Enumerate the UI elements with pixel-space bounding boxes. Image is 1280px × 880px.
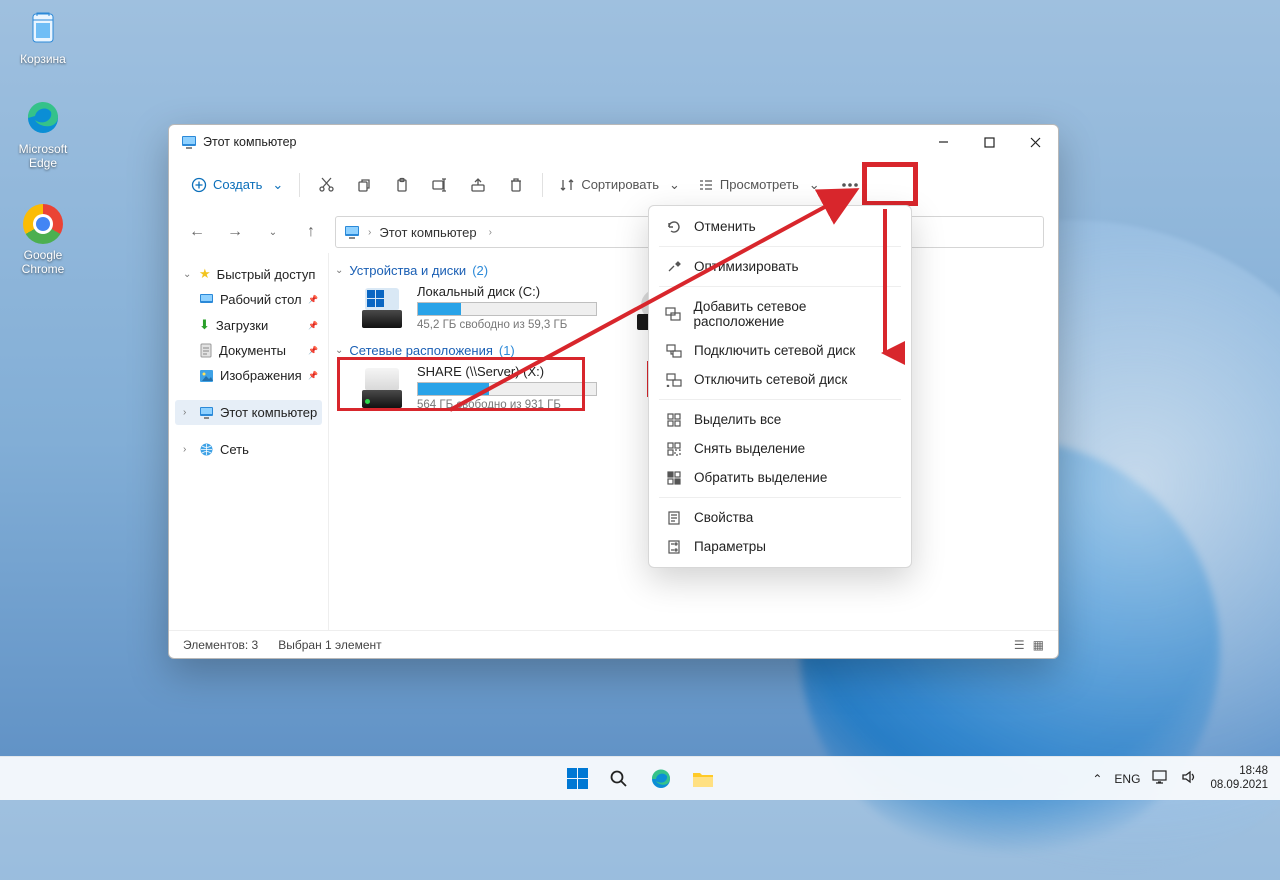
icon-label: Google Chrome: [22, 248, 65, 276]
breadcrumb[interactable]: Этот компьютер›: [379, 225, 492, 240]
minimize-button[interactable]: [920, 125, 966, 159]
drive-free: 45,2 ГБ свободно из 59,3 ГБ: [417, 319, 597, 331]
status-bar: Элементов: 3 Выбран 1 элемент ☰ ▦: [169, 630, 1058, 658]
sidebar-this-pc[interactable]: ›Этот компьютер: [175, 400, 322, 425]
taskbar-explorer[interactable]: [687, 763, 719, 795]
thispc-icon: [181, 134, 197, 150]
local-disk[interactable]: Локальный диск (C:) 45,2 ГБ свободно из …: [359, 284, 597, 331]
maximize-button[interactable]: [966, 125, 1012, 159]
explorer-window: Этот компьютер Создать ⌄ Сортировать⌄ Пр…: [168, 124, 1059, 659]
drive-name: Локальный диск (C:): [417, 284, 597, 299]
tray-overflow[interactable]: ⌃: [1092, 772, 1102, 786]
drive-name: SHARE (\\Server) (X:): [417, 364, 597, 379]
taskbar-edge[interactable]: [645, 763, 677, 795]
menu-properties[interactable]: Свойства: [649, 503, 911, 532]
delete-button[interactable]: [498, 167, 534, 203]
thispc-icon: [344, 224, 360, 240]
copy-button[interactable]: [346, 167, 382, 203]
icon-label: Корзина: [20, 52, 66, 66]
sidebar-network[interactable]: ›Сеть: [175, 437, 322, 462]
rename-button[interactable]: [422, 167, 458, 203]
new-button[interactable]: Создать ⌄: [183, 167, 291, 203]
icon-label: Microsoft Edge: [19, 142, 68, 170]
view-label: Просмотреть: [720, 177, 799, 192]
search-button[interactable]: [603, 763, 635, 795]
annotation-highlight-more: [862, 162, 918, 206]
tray-clock[interactable]: 18:4808.09.2021: [1210, 765, 1268, 791]
up-button[interactable]: ↑: [297, 218, 325, 246]
paste-button[interactable]: [384, 167, 420, 203]
taskbar[interactable]: ⌃ ENG 18:4808.09.2021: [0, 756, 1280, 800]
menu-disconnect-network-drive[interactable]: Отключить сетевой диск: [649, 365, 911, 394]
recent-button[interactable]: ⌄: [259, 218, 287, 246]
menu-select-none[interactable]: Снять выделение: [649, 434, 911, 463]
menu-add-network-location[interactable]: Добавить сетевое расположение: [649, 292, 911, 336]
start-button[interactable]: [561, 763, 593, 795]
sidebar-documents[interactable]: Документы📌: [175, 338, 322, 363]
address-bar-row: ← → ⌄ ↑ › Этот компьютер›: [169, 211, 1058, 253]
tray-volume-icon[interactable]: [1181, 769, 1198, 788]
ellipsis-icon: [841, 177, 859, 193]
menu-optimize[interactable]: Оптимизировать: [649, 252, 911, 281]
menu-select-all[interactable]: Выделить все: [649, 405, 911, 434]
sidebar-downloads[interactable]: ⬇Загрузки📌: [175, 312, 322, 338]
sidebar: ⌄★Быстрый доступ Рабочий стол📌 ⬇Загрузки…: [169, 253, 329, 630]
drive-free: 564 ГБ свободно из 931 ГБ: [417, 399, 597, 411]
menu-undo[interactable]: Отменить: [649, 212, 911, 241]
view-large-icon[interactable]: ▦: [1033, 638, 1044, 652]
new-label: Создать: [213, 177, 262, 192]
share-button[interactable]: [460, 167, 496, 203]
status-selection: Выбран 1 элемент: [278, 638, 381, 652]
back-button[interactable]: ←: [183, 218, 211, 246]
menu-options[interactable]: Параметры: [649, 532, 911, 561]
toolbar: Создать ⌄ Сортировать⌄ Просмотреть⌄: [169, 159, 1058, 211]
menu-invert-selection[interactable]: Обратить выделение: [649, 463, 911, 492]
sidebar-quick-access[interactable]: ⌄★Быстрый доступ: [175, 261, 322, 287]
cut-button[interactable]: [308, 167, 344, 203]
sidebar-desktop[interactable]: Рабочий стол📌: [175, 287, 322, 312]
chevron-down-icon: ⌄: [272, 177, 283, 193]
sort-label: Сортировать: [581, 177, 659, 192]
view-button[interactable]: Просмотреть⌄: [690, 167, 828, 203]
window-title: Этот компьютер: [203, 135, 296, 149]
close-button[interactable]: [1012, 125, 1058, 159]
tray-network-icon[interactable]: [1152, 769, 1169, 788]
sidebar-pictures[interactable]: Изображения📌: [175, 363, 322, 388]
desktop-recycle-bin[interactable]: Корзина: [8, 8, 78, 66]
menu-map-network-drive[interactable]: Подключить сетевой диск: [649, 336, 911, 365]
sort-button[interactable]: Сортировать⌄: [551, 167, 688, 203]
tray-language[interactable]: ENG: [1114, 772, 1140, 786]
more-menu: Отменить Оптимизировать Добавить сетевое…: [648, 205, 912, 568]
forward-button[interactable]: →: [221, 218, 249, 246]
titlebar[interactable]: Этот компьютер: [169, 125, 1058, 159]
desktop-chrome[interactable]: Google Chrome: [8, 204, 78, 276]
desktop-edge[interactable]: Microsoft Edge: [8, 98, 78, 170]
status-count: Элементов: 3: [183, 638, 258, 652]
view-details-icon[interactable]: ☰: [1014, 638, 1025, 652]
